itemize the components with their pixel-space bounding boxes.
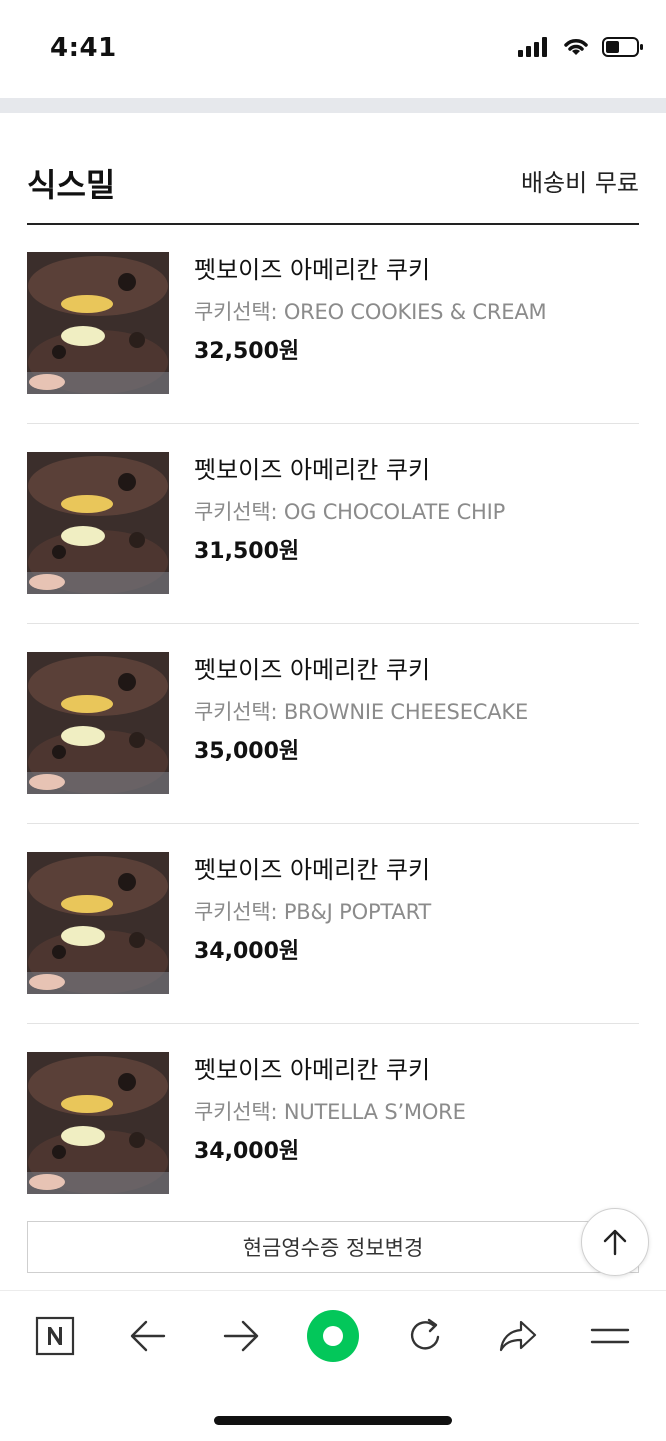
item-info: 펫보이즈 아메리칸 쿠키 쿠키선택: OG CHOCOLATE CHIP 31,… (194, 454, 505, 568)
back-arrow-icon (130, 1320, 166, 1352)
naver-home-button[interactable] (25, 1311, 85, 1361)
green-home-icon (307, 1310, 359, 1362)
back-button[interactable] (118, 1311, 178, 1361)
order-item[interactable]: 펫보이즈 아메리칸 쿠키 쿠키선택: OREO COOKIES & CREAM … (27, 224, 639, 424)
product-thumbnail (27, 452, 169, 594)
product-thumbnail (27, 1052, 169, 1194)
product-thumbnail (27, 852, 169, 994)
order-item[interactable]: 펫보이즈 아메리칸 쿠키 쿠키선택: OG CHOCOLATE CHIP 31,… (27, 424, 639, 624)
share-button[interactable] (488, 1311, 548, 1361)
scroll-to-top-button[interactable] (581, 1208, 649, 1276)
product-option: 쿠키선택: OREO COOKIES & CREAM (194, 300, 547, 324)
green-dot-button[interactable] (303, 1310, 363, 1362)
product-price: 34,000원 (194, 939, 300, 964)
product-option: 쿠키선택: NUTELLA S’MORE (194, 1100, 466, 1124)
product-option: 쿠키선택: OG CHOCOLATE CHIP (194, 500, 506, 524)
product-name: 펫보이즈 아메리칸 쿠키 (194, 256, 431, 284)
product-option: 쿠키선택: BROWNIE CHEESECAKE (194, 700, 529, 724)
item-info: 펫보이즈 아메리칸 쿠키 쿠키선택: BROWNIE CHEESECAKE 35… (194, 654, 528, 768)
item-info: 펫보이즈 아메리칸 쿠키 쿠키선택: OREO COOKIES & CREAM … (194, 254, 547, 368)
arrow-up-icon (603, 1229, 627, 1256)
status-bar: 4:41 (0, 0, 666, 98)
product-thumbnail (27, 252, 169, 394)
product-price: 31,500원 (194, 539, 300, 564)
status-icons (518, 36, 644, 58)
status-time: 4:41 (50, 33, 117, 63)
store-header: 식스밀 배송비 무료 (27, 113, 639, 225)
product-price: 35,000원 (194, 739, 300, 764)
order-item[interactable]: 펫보이즈 아메리칸 쿠키 쿠키선택: BROWNIE CHEESECAKE 35… (27, 624, 639, 824)
battery-icon (602, 37, 643, 57)
store-name: 식스밀 (27, 166, 116, 204)
product-option: 쿠키선택: PB&J POPTART (194, 900, 432, 924)
forward-arrow-icon (223, 1320, 259, 1352)
product-name: 펫보이즈 아메리칸 쿠키 (194, 1056, 431, 1084)
product-price: 32,500원 (194, 339, 300, 364)
menu-button[interactable] (580, 1311, 640, 1361)
product-name: 펫보이즈 아메리칸 쿠키 (194, 656, 431, 684)
product-thumbnail (27, 652, 169, 794)
cash-receipt-button[interactable]: 현금영수증 정보변경 (27, 1221, 639, 1273)
forward-button[interactable] (211, 1311, 271, 1361)
order-item[interactable]: 펫보이즈 아메리칸 쿠키 쿠키선택: PB&J POPTART 34,000원 (27, 824, 639, 1024)
refresh-icon (410, 1318, 440, 1350)
refresh-button[interactable] (395, 1311, 455, 1361)
section-divider (0, 98, 666, 113)
wifi-icon (564, 39, 588, 55)
order-item[interactable]: 펫보이즈 아메리칸 쿠키 쿠키선택: NUTELLA S’MORE 34,000… (27, 1024, 639, 1224)
home-indicator (214, 1416, 452, 1425)
menu-icon (590, 1328, 630, 1344)
signal-icon (518, 37, 547, 57)
share-icon (499, 1320, 537, 1352)
item-info: 펫보이즈 아메리칸 쿠키 쿠키선택: NUTELLA S’MORE 34,000… (194, 1054, 466, 1168)
product-name: 펫보이즈 아메리칸 쿠키 (194, 856, 431, 884)
naver-n-icon (35, 1316, 75, 1356)
item-info: 펫보이즈 아메리칸 쿠키 쿠키선택: PB&J POPTART 34,000원 (194, 854, 431, 968)
shipping-fee-label: 배송비 무료 (520, 169, 639, 197)
product-name: 펫보이즈 아메리칸 쿠키 (194, 456, 431, 484)
product-price: 34,000원 (194, 1139, 300, 1164)
